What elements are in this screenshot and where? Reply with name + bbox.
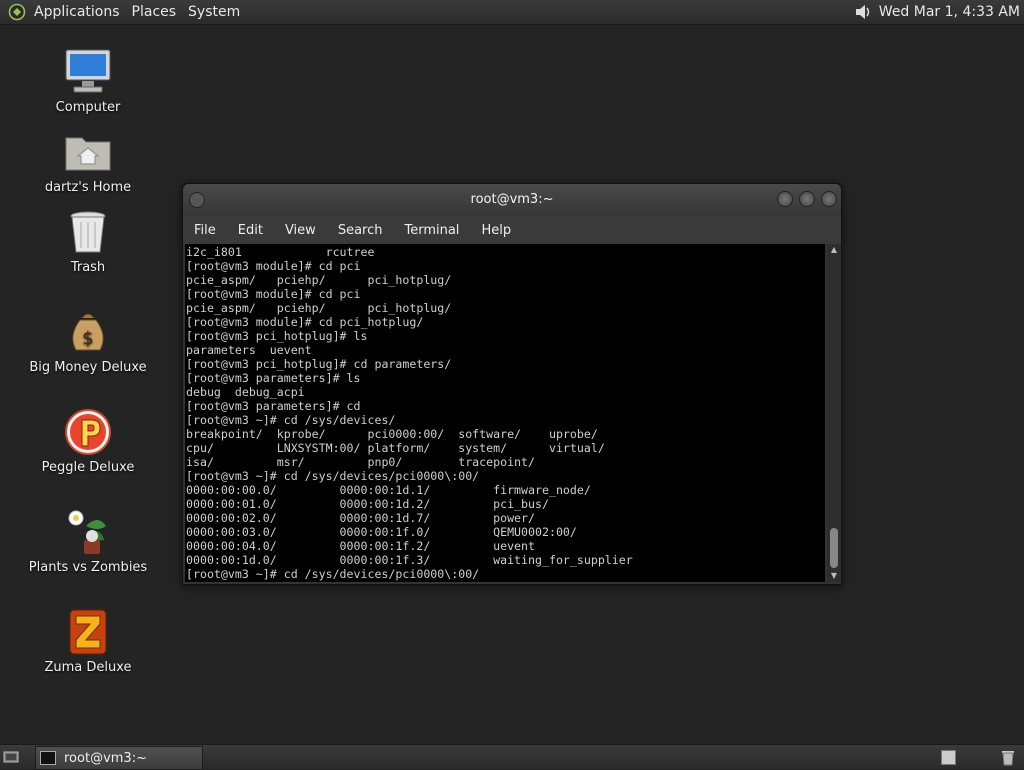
menu-file[interactable]: File (183, 223, 227, 238)
terminal-line: [root@vm3 ~]# cd /sys/devices/pci0000\:0… (186, 567, 480, 581)
plants-vs-zombies-icon (62, 506, 114, 558)
terminal-line: parameters uevent (186, 343, 312, 357)
places-menu[interactable]: Places (132, 4, 185, 20)
desktop-icon-label: Peggle Deluxe (41, 460, 135, 475)
terminal-line: [root@vm3 ~]# cd /sys/devices/pci0000\:0… (186, 469, 480, 483)
home-folder-icon (62, 126, 114, 178)
terminal-line: i2c_i801 rcutree (186, 245, 375, 259)
money-bag-icon: $ (62, 306, 114, 358)
volume-icon[interactable] (853, 2, 873, 22)
terminal-window[interactable]: root@vm3:~ File Edit View Search Termina… (182, 183, 842, 585)
terminal-line: [root@vm3 parameters]# cd (186, 399, 361, 413)
terminal-line: [root@vm3 module]# cd pci_hotplug/ (186, 315, 424, 329)
scroll-down-icon[interactable]: ▼ (827, 570, 841, 582)
terminal-menubar: File Edit View Search Terminal Help (183, 216, 841, 244)
workspace-switcher[interactable] (941, 750, 956, 765)
terminal-output[interactable]: i2c_i801 rcutree [root@vm3 module]# cd pc… (185, 244, 825, 582)
desktop-icon-label: dartz's Home (44, 180, 132, 195)
terminal-line: [root@vm3 pci_hotplug]# ls (186, 329, 368, 343)
maximize-button[interactable] (799, 191, 815, 207)
desktop-icon-label: Computer (55, 100, 121, 115)
menu-terminal[interactable]: Terminal (393, 223, 470, 238)
computer-icon (62, 46, 114, 98)
desktop-icon-peggle[interactable]: Peggle Deluxe (28, 406, 148, 475)
show-desktop-icon[interactable] (3, 749, 19, 765)
terminal-line: [root@vm3 module]# cd pci (186, 287, 361, 301)
terminal-line: [root@vm3 pci_hotplug]# cd parameters/ (186, 357, 452, 371)
terminal-line: 0000:00:1d.0/ 0000:00:1f.3/ waiting_for_… (186, 553, 633, 567)
zuma-icon (62, 606, 114, 658)
terminal-line: debug debug_acpi (186, 385, 305, 399)
trash-icon (62, 206, 114, 258)
minimize-button[interactable] (777, 191, 793, 207)
desktop-icon-zuma[interactable]: Zuma Deluxe (28, 606, 148, 675)
svg-text:$: $ (82, 328, 93, 349)
menu-view[interactable]: View (274, 223, 327, 238)
terminal-line: [root@vm3 module]# cd pci (186, 259, 361, 273)
desktop-icon-trash[interactable]: Trash (28, 206, 148, 275)
desktop-icon-label: Zuma Deluxe (44, 660, 132, 675)
terminal-titlebar[interactable]: root@vm3:~ (183, 184, 841, 216)
bottom-panel: root@vm3:~ (0, 744, 1024, 770)
close-button[interactable] (821, 191, 837, 207)
terminal-line: [root@vm3 ~]# cd /sys/devices/ (186, 413, 396, 427)
desktop-icon-label: Plants vs Zombies (28, 560, 148, 575)
applications-menu[interactable]: Applications (34, 4, 128, 20)
distro-logo-icon[interactable] (8, 3, 26, 21)
clock[interactable]: Wed Mar 1, 4:33 AM (879, 4, 1020, 20)
terminal-line: isa/ msr/ pnp0/ tracepoint/ (186, 455, 536, 469)
terminal-lines: i2c_i801 rcutree [root@vm3 module]# cd pc… (185, 244, 825, 581)
top-panel: Applications Places System Wed Mar 1, 4:… (0, 0, 1024, 25)
desktop-icon-big-money[interactable]: $ Big Money Deluxe (28, 306, 148, 375)
desktop-icon-label: Trash (70, 260, 106, 275)
desktop-icon-label: Big Money Deluxe (29, 360, 147, 375)
taskbar-item-terminal[interactable]: root@vm3:~ (35, 746, 203, 770)
menu-edit[interactable]: Edit (227, 223, 274, 238)
scrollbar-thumb[interactable] (830, 528, 838, 568)
panel-trash-icon[interactable] (1000, 748, 1016, 766)
terminal-line: 0000:00:02.0/ 0000:00:1d.7/ power/ (186, 511, 536, 525)
scroll-up-icon[interactable]: ▲ (827, 244, 841, 256)
menu-help[interactable]: Help (470, 223, 522, 238)
terminal-line: pcie_aspm/ pciehp/ pci_hotplug/ (186, 273, 452, 287)
desktop-icon-plants-vs-zombies[interactable]: Plants vs Zombies (28, 506, 148, 575)
desktop-icon-computer[interactable]: Computer (28, 46, 148, 115)
menu-search[interactable]: Search (327, 223, 394, 238)
terminal-line: 0000:00:04.0/ 0000:00:1f.2/ uevent (186, 539, 536, 553)
terminal-line: cpu/ LNXSYSTM:00/ platform/ system/ virt… (186, 441, 605, 455)
peggle-icon (62, 406, 114, 458)
desktop-icon-home[interactable]: dartz's Home (28, 126, 148, 195)
taskbar-item-label: root@vm3:~ (64, 750, 147, 766)
terminal-icon (40, 751, 56, 765)
terminal-line: 0000:00:01.0/ 0000:00:1d.2/ pci_bus/ (186, 497, 549, 511)
terminal-line: breakpoint/ kprobe/ pci0000:00/ software… (186, 427, 598, 441)
terminal-line: pcie_aspm/ pciehp/ pci_hotplug/ (186, 301, 452, 315)
terminal-line: [root@vm3 parameters]# ls (186, 371, 361, 385)
window-title: root@vm3:~ (470, 192, 554, 207)
system-menu[interactable]: System (188, 4, 248, 20)
terminal-line: 0000:00:00.0/ 0000:00:1d.1/ firmware_nod… (186, 483, 591, 497)
terminal-scrollbar[interactable]: ▲ ▼ (827, 244, 841, 582)
terminal-line: 0000:00:03.0/ 0000:00:1f.0/ QEMU0002:00/ (186, 525, 577, 539)
